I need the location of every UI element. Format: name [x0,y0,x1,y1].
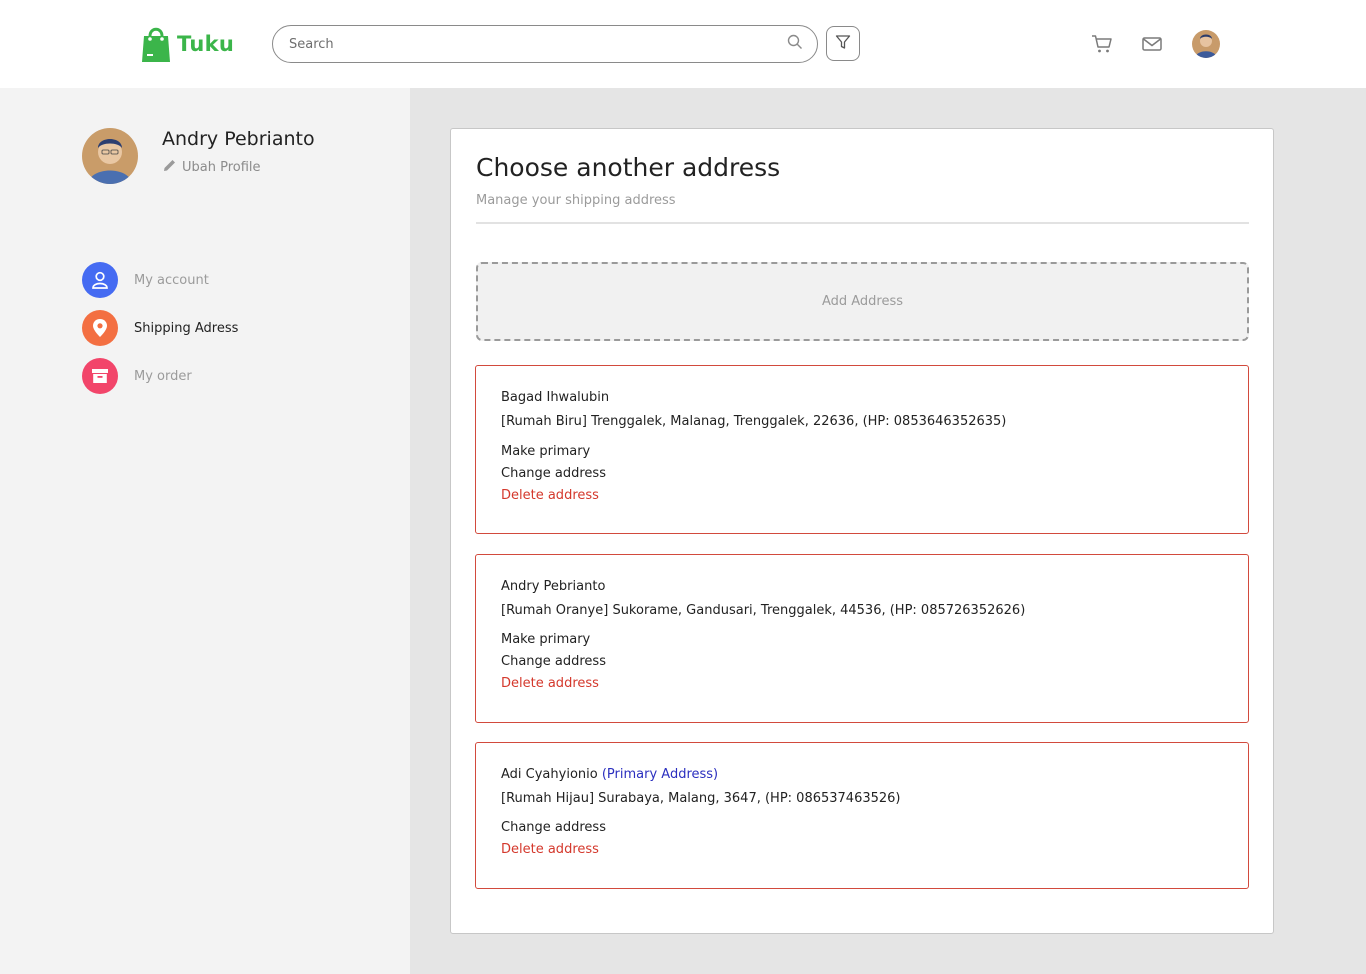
recipient-name-text: Adi Cyahyionio [501,767,598,782]
search-bar [272,25,818,63]
edit-profile-link[interactable]: Ubah Profile [162,158,261,177]
change-address-link[interactable]: Change address [501,466,606,481]
user-icon [82,262,118,298]
address-detail: [Rumah Hijau] Surabaya, Malang, 3647, (H… [501,791,901,806]
user-avatar[interactable] [1192,30,1220,58]
filter-icon [835,34,851,54]
pencil-icon [162,158,182,177]
location-pin-icon [82,310,118,346]
divider [476,222,1249,224]
brand-logo[interactable]: Tuku [141,24,234,64]
cart-icon[interactable] [1091,33,1113,55]
page-subtitle: Manage your shipping address [476,193,676,208]
address-recipient-name: Adi Cyahyionio (Primary Address) [501,767,718,782]
address-card: Choose another address Manage your shipp… [450,128,1274,934]
delete-address-link[interactable]: Delete address [501,676,599,691]
brand-name: Tuku [177,32,235,56]
page-title: Choose another address [476,153,781,182]
search-icon[interactable] [787,34,803,54]
delete-address-link[interactable]: Delete address [501,842,599,857]
address-item: Andry Pebrianto [Rumah Oranye] Sukorame,… [475,554,1249,723]
edit-profile-label: Ubah Profile [182,160,261,175]
address-recipient-name: Bagad Ihwalubin [501,390,610,405]
sidebar-item-my-account[interactable]: My account [82,262,209,298]
primary-address-badge: (Primary Address) [601,767,719,782]
sidebar-item-my-order[interactable]: My order [82,358,192,394]
address-recipient-name: Andry Pebrianto [501,579,606,594]
address-item: Adi Cyahyionio (Primary Address) [Rumah … [475,742,1249,889]
search-input[interactable] [289,36,787,52]
add-address-button[interactable]: Add Address [476,262,1249,341]
change-address-link[interactable]: Change address [501,820,606,835]
mail-icon[interactable] [1141,33,1163,55]
address-item: Bagad Ihwalubin [Rumah Biru] Trenggalek,… [475,365,1249,534]
sidebar-item-label: My order [134,368,192,384]
make-primary-link[interactable]: Make primary [501,632,590,647]
archive-box-icon [82,358,118,394]
top-navbar: Tuku [0,0,1366,88]
address-detail: [Rumah Oranye] Sukorame, Gandusari, Tren… [501,603,1026,618]
sidebar-item-label: My account [134,272,209,288]
address-detail: [Rumah Biru] Trenggalek, Malanag, Trengg… [501,414,1007,429]
make-primary-link[interactable]: Make primary [501,444,590,459]
sidebar-item-shipping-address[interactable]: Shipping Adress [82,310,238,346]
profile-avatar [82,128,138,184]
sidebar: Andry Pebrianto Ubah Profile My account … [0,88,410,974]
change-address-link[interactable]: Change address [501,654,606,669]
sidebar-item-label: Shipping Adress [134,320,239,336]
profile-name: Andry Pebrianto [162,128,315,150]
delete-address-link[interactable]: Delete address [501,488,599,503]
filter-button[interactable] [826,26,860,61]
shopping-bag-icon [141,24,171,64]
